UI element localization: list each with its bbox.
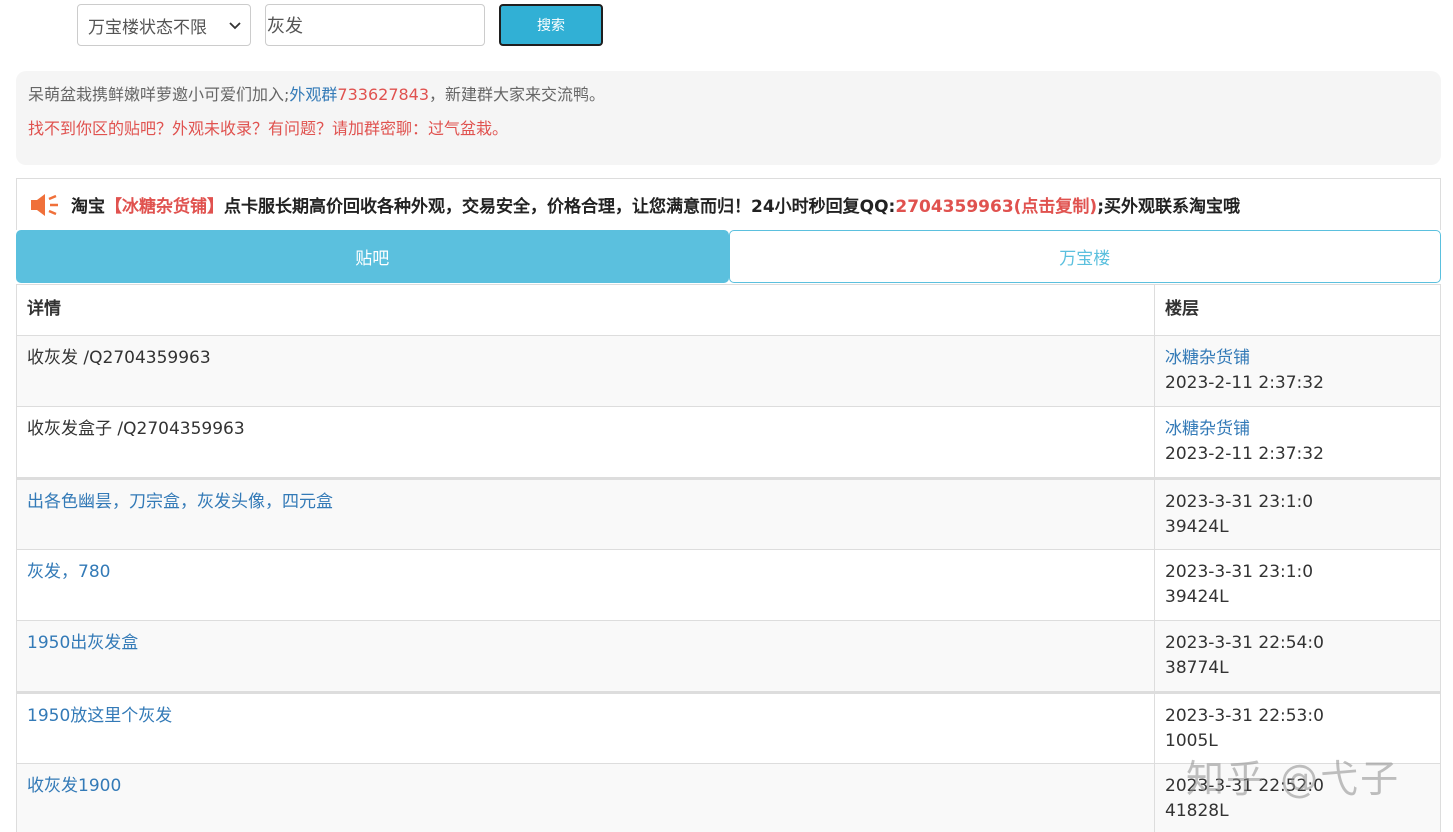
row-floor: 39424L [1165,587,1229,607]
table-row: 收灰发盒子 /Q2704359963 冰糖杂货铺 2023-2-11 2:37:… [17,406,1440,477]
row-time: 2023-3-31 23:1:0 [1165,492,1314,512]
tab-tieba[interactable]: 贴吧 [16,230,729,283]
row-detail-link[interactable]: 灰发，780 [17,550,1155,620]
tab-wanbaolou[interactable]: 万宝楼 [728,230,1441,283]
row-time: 2023-3-31 22:54:0 [1165,633,1324,653]
row-shop-link[interactable]: 冰糖杂货铺 [1165,417,1430,442]
notice-panel: 呆萌盆栽携鲜嫩咩萝邀小可爱们加入;外观群733627843，新建群大家来交流鸭。… [16,71,1441,165]
search-button[interactable]: 搜索 [499,4,603,46]
table-row: 灰发，780 2023-3-31 23:1:0 39424L [17,549,1440,620]
search-bar: 万宝楼状态不限 灰发 搜索 [77,4,603,46]
row-time: 2023-3-31 22:53:0 [1165,706,1324,726]
row-detail-link[interactable]: 1950放这里个灰发 [17,694,1155,763]
promo-text: 点卡服长期高价回收各种外观，交易安全，价格合理，让您满意而归！24小时秒回复QQ… [224,197,896,217]
header-detail: 详情 [17,285,1155,335]
notice-suffix: ，新建群大家来交流鸭。 [429,85,606,104]
status-filter-value: 万宝楼状态不限 [88,17,207,38]
notice-text: 呆萌盆栽携鲜嫩咩萝邀小可爱们加入; [28,85,290,104]
row-detail-link[interactable]: 收灰发1900 [17,764,1155,832]
row-time: 2023-2-11 2:37:32 [1165,373,1324,393]
promo-shop-name: 【冰糖杂货铺】 [105,197,224,217]
search-input[interactable]: 灰发 [265,4,485,46]
row-floor: 38774L [1165,658,1229,678]
status-filter-select[interactable]: 万宝楼状态不限 [77,4,251,46]
row-time: 2023-2-11 2:37:32 [1165,444,1324,464]
search-button-label: 搜索 [537,18,565,34]
tabs: 贴吧 万宝楼 [16,230,1441,283]
table-header: 详情 楼层 [17,285,1440,335]
chevron-down-icon [229,22,241,30]
table-row: 收灰发 /Q2704359963 冰糖杂货铺 2023-2-11 2:37:32 [17,335,1440,406]
promo-prefix: 淘宝 [71,197,105,217]
promo-banner: 淘宝 【冰糖杂货铺】 点卡服长期高价回收各种外观，交易安全，价格合理，让您满意而归！… [16,178,1441,230]
notice-line-1: 呆萌盆栽携鲜嫩咩萝邀小可爱们加入;外观群733627843，新建群大家来交流鸭。 [28,83,1429,107]
group-link[interactable]: 外观群 [289,85,337,104]
promo-qq-copy[interactable]: 2704359963(点击复制) [895,192,1097,217]
table-row: 1950出灰发盒 2023-3-31 22:54:0 38774L [17,620,1440,691]
row-detail: 收灰发盒子 /Q2704359963 [17,407,1155,477]
promo-suffix: ;买外观联系淘宝哦 [1097,197,1240,217]
row-time: 2023-3-31 23:1:0 [1165,562,1314,582]
row-shop-link[interactable]: 冰糖杂货铺 [1165,346,1430,371]
group-number: 733627843 [337,85,430,104]
row-detail: 收灰发 /Q2704359963 [17,336,1155,406]
header-floor: 楼层 [1165,299,1199,319]
notice-line-2: 找不到你区的贴吧？外观未收录？有问题？请加群密聊：过气盆栽。 [28,119,509,138]
zhihu-watermark: 知乎 @弋子 [1186,757,1401,801]
speaker-icon [31,193,58,216]
search-input-value: 灰发 [267,16,303,37]
row-detail-link[interactable]: 1950出灰发盒 [17,621,1155,691]
row-floor: 39424L [1165,517,1229,537]
table-row: 出各色幽昙，刀宗盒，灰发头像，四元盒 2023-3-31 23:1:0 3942… [17,477,1440,549]
row-detail-link[interactable]: 出各色幽昙，刀宗盒，灰发头像，四元盒 [17,480,1155,549]
